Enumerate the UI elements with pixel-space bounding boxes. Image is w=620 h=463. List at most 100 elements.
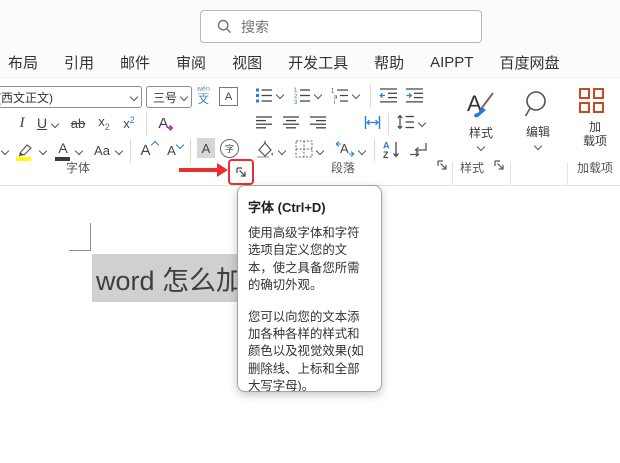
tab-developer[interactable]: 开发工具 (288, 52, 348, 73)
numbering-icon: 1 2 3 (294, 88, 310, 104)
tab-baidu-netdisk[interactable]: 百度网盘 (499, 52, 559, 73)
character-border-button[interactable]: A (219, 87, 238, 106)
line-spacing-dropdown[interactable] (417, 118, 427, 128)
superscript-button[interactable]: x2 (119, 112, 139, 134)
paragraph-dialog-launcher[interactable] (435, 158, 449, 172)
strikethrough-button[interactable]: ab (66, 112, 90, 134)
borders-button[interactable] (294, 139, 314, 159)
numbering-button[interactable]: 1 2 3 (292, 85, 312, 105)
dialog-launcher-icon (437, 160, 447, 170)
shrink-font-button[interactable]: A (163, 139, 187, 161)
chevron-down-icon (179, 92, 189, 102)
tooltip-title: 字体 (Ctrl+D) (248, 200, 326, 215)
chevron-down-icon (129, 92, 139, 102)
character-shading-button[interactable]: A (197, 138, 215, 158)
dialog-launcher-icon (494, 160, 504, 170)
styles-button-label: 样式 (468, 125, 493, 140)
bullets-dropdown[interactable] (275, 90, 285, 100)
addins-group-label: 加载项 (576, 161, 613, 175)
page-corner-mark (90, 223, 91, 251)
tab-review[interactable]: 审阅 (176, 52, 206, 73)
highlight-dropdown[interactable] (38, 146, 48, 156)
clear-formatting-button[interactable]: A ◆ (153, 112, 179, 134)
styles-dialog-launcher[interactable] (492, 158, 506, 172)
tab-layout[interactable]: 布局 (8, 52, 38, 73)
tab-references[interactable]: 引用 (64, 52, 94, 73)
styles-icon: A (467, 91, 494, 117)
italic-button[interactable]: I (14, 112, 30, 134)
borders-icon (295, 140, 313, 158)
grow-font-button[interactable]: A (137, 139, 161, 161)
annotation-red-box (228, 159, 254, 185)
divider (146, 112, 147, 136)
divider (130, 139, 131, 163)
change-case-dropdown[interactable] (114, 146, 124, 156)
subscript-button[interactable]: x2 (94, 112, 114, 134)
asian-layout-dropdown[interactable] (357, 146, 367, 156)
increase-indent-button[interactable] (404, 86, 424, 104)
svg-text:3: 3 (294, 100, 298, 104)
shading-button[interactable] (254, 139, 276, 159)
align-left-icon (255, 115, 272, 128)
shading-bucket-icon (257, 140, 273, 158)
underline-dropdown[interactable] (50, 119, 60, 129)
asian-layout-button[interactable]: A (333, 138, 357, 160)
underline-button[interactable]: U (34, 112, 50, 134)
sort-button[interactable]: A Z (381, 138, 403, 160)
annotation-arrow (179, 168, 219, 172)
font-dialog-launcher[interactable] (234, 165, 248, 179)
distribute-button[interactable] (362, 113, 382, 131)
tab-help[interactable]: 帮助 (374, 52, 404, 73)
line-spacing-button[interactable] (394, 112, 416, 132)
svg-text:A: A (340, 141, 349, 156)
tab-aippt[interactable]: AIPPT (430, 54, 473, 71)
styles-button[interactable]: A 样式 (455, 84, 507, 154)
decrease-indent-button[interactable] (378, 86, 398, 104)
align-right-icon (309, 115, 326, 128)
phonetic-guide-button[interactable]: wén 文 (197, 86, 210, 106)
font-size-combo[interactable]: 三号 (146, 86, 192, 108)
page-corner-mark (69, 250, 91, 251)
align-left-button[interactable] (254, 113, 274, 131)
strikethrough-icon: ab (70, 115, 86, 131)
styles-group-label: 样式 (459, 161, 484, 175)
character-shading-icon: A (201, 140, 211, 156)
line-spacing-icon (396, 114, 414, 130)
numbering-dropdown[interactable] (313, 90, 323, 100)
multilevel-list-dropdown[interactable] (351, 90, 361, 100)
text-effects-dropdown[interactable] (0, 146, 10, 156)
increase-indent-icon (405, 88, 423, 103)
borders-dropdown[interactable] (315, 146, 325, 156)
search-icon (217, 19, 232, 34)
shading-dropdown[interactable] (277, 146, 287, 156)
superscript-icon: x2 (123, 115, 135, 131)
editing-button[interactable]: 编辑 (512, 84, 564, 154)
title-bar: 搜索 (0, 0, 620, 48)
divider (374, 139, 375, 161)
change-case-button[interactable]: Aa (90, 139, 114, 161)
multilevel-list-icon: 1 a i (331, 89, 348, 104)
show-hide-marks-button[interactable] (408, 139, 430, 159)
word-window: 搜索 布局 引用 邮件 审阅 视图 开发工具 帮助 AIPPT 百度网盘 (西文… (0, 0, 620, 463)
font-name-combo[interactable]: (西文正文) (0, 86, 142, 108)
font-color-dropdown[interactable] (74, 146, 84, 156)
tab-mailings[interactable]: 邮件 (120, 52, 150, 73)
font-color-button[interactable]: A (54, 139, 72, 157)
asian-layout-icon: A (335, 141, 355, 157)
underline-icon: U (36, 115, 48, 131)
font-tooltip: 字体 (Ctrl+D) 使用高级字体和字符选项自定义您的文本，使之具备您所需的确… (237, 185, 382, 392)
multilevel-list-button[interactable]: 1 a i (330, 85, 350, 105)
bullets-button[interactable] (254, 85, 274, 105)
align-center-icon (282, 115, 299, 128)
italic-icon: I (19, 114, 25, 131)
wrap-return-icon (410, 142, 427, 157)
annotation-arrow-head (217, 163, 228, 177)
chevron-down-icon (476, 142, 486, 151)
search-box[interactable]: 搜索 (200, 10, 482, 43)
change-case-icon: Aa (94, 142, 110, 158)
align-center-button[interactable] (281, 113, 301, 131)
enclose-characters-button[interactable]: 字 (220, 139, 239, 158)
chevron-down-icon (533, 141, 543, 150)
align-right-button[interactable] (308, 113, 328, 131)
tab-view[interactable]: 视图 (232, 52, 262, 73)
